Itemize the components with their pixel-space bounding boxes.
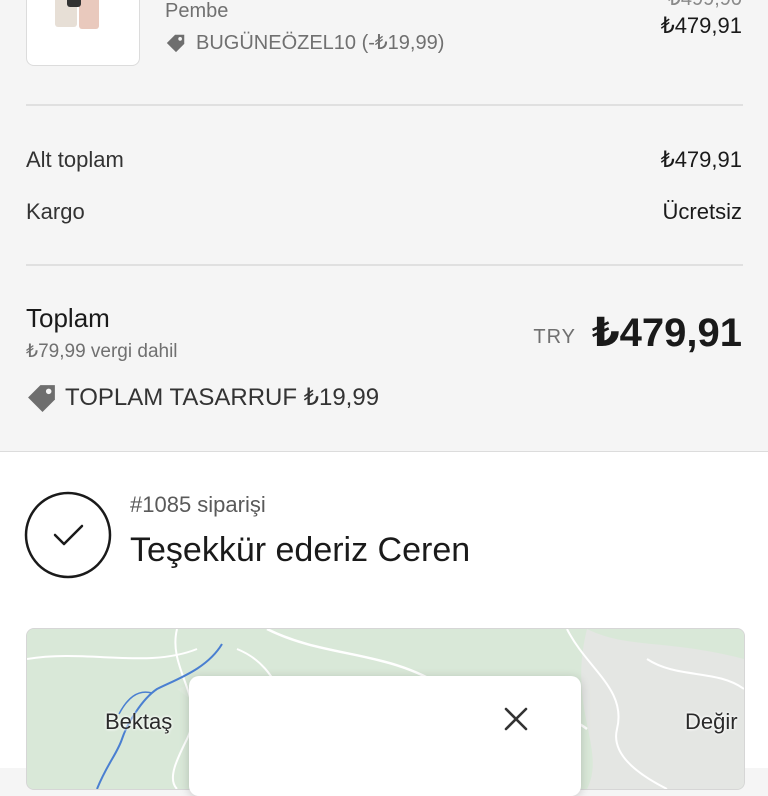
discount-code-text: BUGÜNEÖZEL10 (-₺19,99) (196, 32, 445, 54)
shipping-label: Kargo (26, 199, 85, 224)
shipping-value: Ücretsiz (662, 199, 742, 224)
thank-you-heading: Teşekkür ederiz Ceren (130, 531, 471, 569)
divider (26, 264, 743, 266)
original-price: ₺499,90 (668, 0, 742, 11)
order-summary: Pembe BUGÜNEÖZEL10 (-₺19,99) ₺499,90 ₺47… (0, 0, 768, 452)
divider (26, 104, 743, 106)
total-value: ₺479,91 (591, 311, 742, 355)
discount-code-row: BUGÜNEÖZEL10 (-₺19,99) (165, 30, 444, 55)
map-place-label: Değir (685, 709, 738, 734)
close-icon[interactable] (501, 704, 531, 734)
order-number: #1085 siparişi (130, 492, 266, 517)
product-thumbnail[interactable] (26, 0, 140, 66)
tax-note: ₺79,99 vergi dahil (26, 341, 178, 362)
currency-code: TRY (533, 326, 576, 348)
total-savings-text: TOPLAM TASARRUF ₺19,99 (65, 384, 380, 411)
product-variant: Pembe (165, 0, 229, 22)
tag-icon (28, 385, 55, 412)
checkmark-circle-icon (24, 491, 112, 579)
product-image-part (67, 0, 81, 7)
tag-icon (166, 34, 185, 52)
product-image-part (79, 0, 99, 29)
map-place-label: Bektaş (105, 709, 173, 734)
total-label: Toplam (26, 303, 110, 333)
map-info-popup (189, 676, 581, 796)
subtotal-value: ₺479,91 (660, 147, 742, 172)
line-item-price: ₺479,91 (660, 13, 742, 38)
subtotal-label: Alt toplam (26, 147, 124, 172)
total-savings: TOPLAM TASARRUF ₺19,99 (26, 381, 379, 414)
